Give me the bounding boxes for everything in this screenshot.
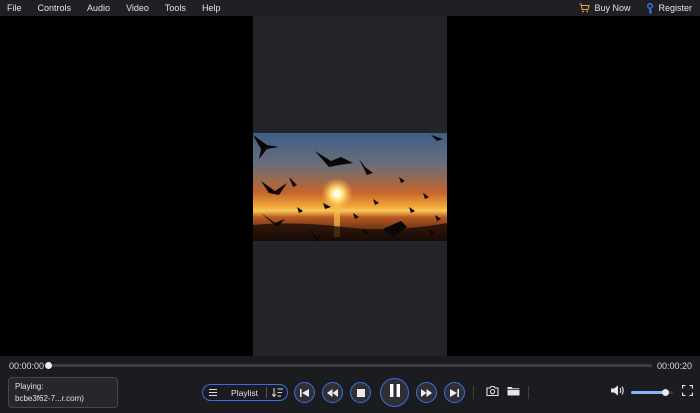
skip-next-button[interactable] — [444, 382, 465, 403]
now-playing-file: bcbe3f62-7...r.com) — [15, 394, 84, 403]
video-area[interactable] — [0, 16, 700, 356]
menu-audio[interactable]: Audio — [79, 3, 118, 13]
menu-tools[interactable]: Tools — [157, 3, 194, 13]
fast-forward-button[interactable] — [416, 382, 437, 403]
fullscreen-icon — [681, 383, 693, 401]
current-time: 00:00:00 — [9, 361, 45, 371]
skip-previous-icon — [300, 384, 309, 402]
stop-button[interactable] — [350, 382, 371, 403]
cart-icon — [579, 3, 591, 13]
menu-video[interactable]: Video — [118, 3, 157, 13]
menu-controls[interactable]: Controls — [30, 3, 80, 13]
mute-button[interactable] — [610, 384, 626, 400]
playlist-order-icon[interactable] — [267, 388, 287, 397]
control-separator — [528, 386, 529, 399]
control-bar: Playing: bcbe3f62-7...r.com) Playlist — [0, 376, 700, 413]
folder-icon — [507, 383, 520, 401]
playlist-button[interactable]: Playlist — [223, 388, 266, 398]
progress-row: 00:00:00 00:00:20 — [0, 356, 700, 376]
buy-now-label: Buy Now — [594, 3, 631, 13]
now-playing-label: Playing: — [15, 382, 44, 391]
playlist-menu-icon[interactable] — [203, 389, 223, 396]
playlist-control: Playlist — [202, 384, 288, 401]
video-frame[interactable] — [253, 133, 447, 241]
seek-bar-handle[interactable] — [45, 362, 52, 369]
volume-slider-fill — [631, 391, 665, 394]
seek-bar[interactable] — [45, 362, 652, 369]
register-label: Register — [658, 3, 692, 13]
control-separator — [473, 386, 474, 399]
skip-previous-button[interactable] — [294, 382, 315, 403]
register-button[interactable]: Register — [638, 2, 700, 14]
snapshot-button[interactable] — [484, 384, 500, 400]
now-playing-panel: Playing: bcbe3f62-7...r.com) — [8, 377, 118, 408]
open-folder-button[interactable] — [505, 384, 521, 400]
rewind-icon — [327, 384, 338, 402]
volume-slider[interactable] — [631, 389, 673, 396]
volume-icon — [611, 383, 625, 401]
total-time: 00:00:20 — [656, 361, 692, 371]
menu-bar: File Controls Audio Video Tools Help Buy… — [0, 0, 700, 16]
rewind-button[interactable] — [322, 382, 343, 403]
key-icon — [646, 2, 654, 14]
volume-slider-handle[interactable] — [661, 389, 669, 396]
pause-button[interactable] — [380, 378, 409, 407]
pause-icon — [389, 383, 400, 402]
fast-forward-icon — [421, 384, 432, 402]
buy-now-button[interactable]: Buy Now — [571, 3, 638, 13]
menu-help[interactable]: Help — [194, 3, 229, 13]
stop-icon — [356, 384, 365, 402]
menu-file[interactable]: File — [0, 3, 30, 13]
camera-icon — [485, 383, 499, 401]
fullscreen-button[interactable] — [679, 384, 695, 400]
skip-next-icon — [450, 384, 459, 402]
